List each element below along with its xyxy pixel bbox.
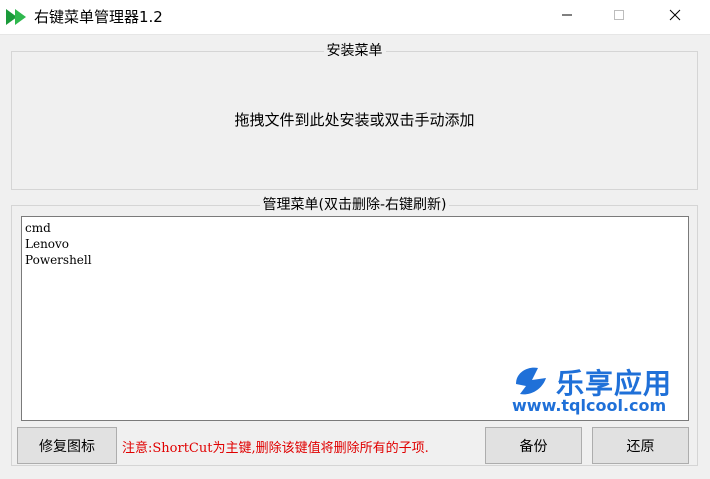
- repair-icons-button[interactable]: 修复图标: [17, 427, 117, 464]
- drop-hint-text: 拖拽文件到此处安装或双击手动添加: [234, 111, 475, 129]
- install-legend-text: 安装菜单: [323, 43, 386, 59]
- install-group-legend: 安装菜单: [12, 42, 697, 60]
- window-title: 右键菜单管理器1.2: [34, 8, 163, 26]
- list-item[interactable]: Powershell: [25, 252, 688, 268]
- title-bar[interactable]: 右键菜单管理器1.2: [0, 0, 710, 35]
- app-icon: [6, 9, 28, 25]
- restore-button[interactable]: 还原: [592, 427, 689, 464]
- maximize-button[interactable]: [596, 0, 642, 34]
- backup-button[interactable]: 备份: [485, 427, 582, 464]
- brand-logo-icon: [512, 364, 552, 398]
- minimize-icon: [561, 9, 573, 25]
- close-icon: [669, 9, 681, 25]
- watermark-url: www.tqlcool.com: [512, 396, 667, 415]
- close-button[interactable]: [652, 0, 698, 34]
- list-item[interactable]: Lenovo: [25, 236, 688, 252]
- maximize-icon: [613, 9, 625, 25]
- install-drop-zone[interactable]: 安装菜单 拖拽文件到此处安装或双击手动添加: [11, 43, 698, 190]
- warning-text: 注意:ShortCut为主键,删除该键值将删除所有的子项.: [122, 441, 429, 456]
- minimize-button[interactable]: [544, 0, 590, 34]
- list-item[interactable]: cmd: [25, 220, 688, 236]
- watermark: 乐享应用 www.tqlcool.com: [512, 364, 688, 416]
- manage-legend-text: 管理菜单(双击删除-右键刷新): [259, 197, 450, 213]
- manage-group-legend: 管理菜单(双击删除-右键刷新): [12, 196, 697, 214]
